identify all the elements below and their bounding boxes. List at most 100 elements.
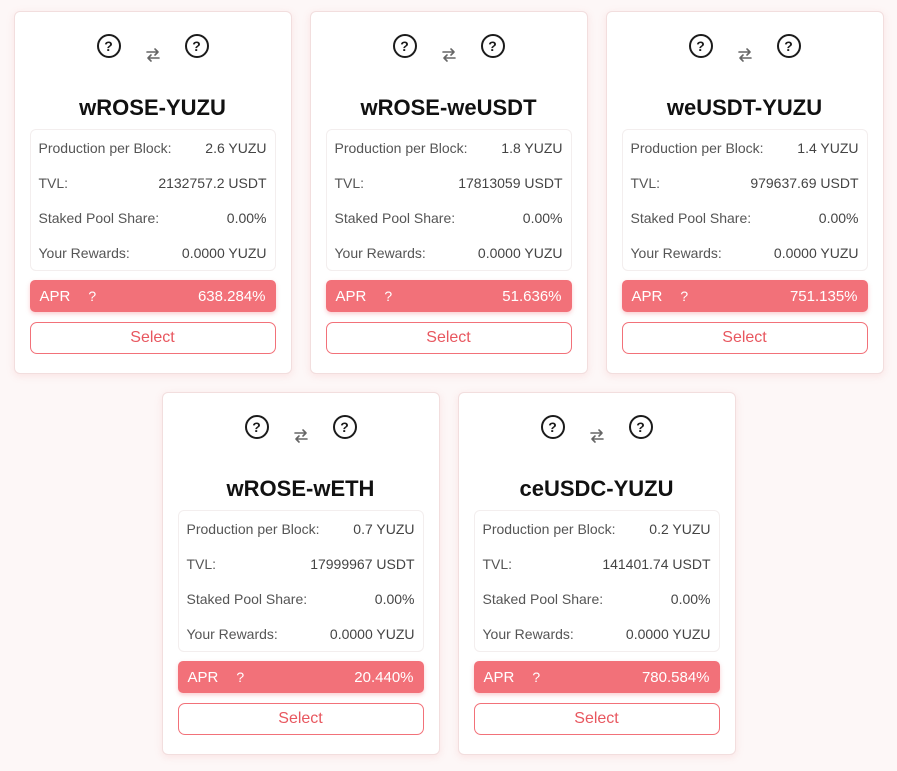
- apr-value: 751.135%: [789, 287, 858, 305]
- stat-production: Production per Block: 2.6 YUZU: [39, 130, 267, 165]
- stat-value: 1.8 YUZU: [501, 139, 563, 156]
- apr-bar: APR? 20.440%: [177, 661, 424, 693]
- stat-production: Production per Block: 1.8 YUZU: [335, 130, 563, 165]
- pool-card: ? ? wROSE-weUSDT Production per Block: 1.…: [309, 11, 588, 374]
- apr-value: 638.284%: [197, 287, 266, 305]
- stat-rewards: Your Rewards: 0.0000 YUZU: [631, 235, 859, 270]
- token-pair-icons: ? ?: [178, 393, 424, 449]
- pool-stats: Production per Block: 1.4 YUZU TVL: 979637…: [621, 129, 868, 271]
- select-button[interactable]: Select: [325, 322, 572, 354]
- pool-card: ? ? wROSE-wETH Production per Block: 0.7 …: [161, 392, 440, 755]
- select-button[interactable]: Select: [177, 703, 424, 735]
- token-a-unknown-icon: ?: [244, 415, 269, 439]
- pool-title: weUSDT-YUZU: [666, 95, 823, 120]
- stat-value: 0.00%: [818, 209, 859, 226]
- swap-arrows-icon: [587, 426, 607, 446]
- pool-card: ? ? weUSDT-YUZU Production per Block: 1.4…: [605, 11, 884, 374]
- token-b-unknown-icon: ?: [776, 34, 801, 58]
- apr-help-icon[interactable]: ?: [88, 288, 96, 304]
- stat-label: Staked Pool Share:: [186, 590, 308, 607]
- stat-label: TVL:: [38, 174, 69, 191]
- stat-value: 17999967 USDT: [310, 555, 415, 572]
- apr-help-icon[interactable]: ?: [680, 288, 688, 304]
- apr-help-icon[interactable]: ?: [236, 669, 244, 685]
- pool-stats: Production per Block: 0.2 YUZU TVL: 141401…: [473, 510, 720, 652]
- stat-label: Your Rewards:: [482, 625, 574, 642]
- token-b-unknown-icon: ?: [480, 34, 505, 58]
- stat-share: Staked Pool Share: 0.00%: [335, 200, 563, 235]
- stat-label: Production per Block:: [630, 139, 764, 156]
- pool-title: wROSE-YUZU: [79, 95, 226, 120]
- pool-title: ceUSDC-YUZU: [519, 476, 674, 501]
- stat-value: 0.2 YUZU: [649, 520, 711, 537]
- stat-value: 0.0000 YUZU: [625, 625, 711, 642]
- stat-value: 17813059 USDT: [458, 174, 563, 191]
- stat-tvl: TVL: 2132757.2 USDT: [39, 165, 267, 200]
- stat-tvl: TVL: 17999967 USDT: [187, 546, 415, 581]
- select-button[interactable]: Select: [473, 703, 720, 735]
- token-pair-icons: ? ?: [30, 12, 276, 68]
- stat-tvl: TVL: 141401.74 USDT: [483, 546, 711, 581]
- stat-tvl: TVL: 979637.69 USDT: [631, 165, 859, 200]
- stat-label: TVL:: [334, 174, 365, 191]
- stat-label: Your Rewards:: [630, 244, 722, 261]
- stat-value: 0.7 YUZU: [353, 520, 415, 537]
- stat-label: TVL:: [482, 555, 513, 572]
- stat-label: Production per Block:: [482, 520, 616, 537]
- token-a-unknown-icon: ?: [96, 34, 121, 58]
- stat-value: 0.00%: [226, 209, 267, 226]
- apr-help-icon[interactable]: ?: [532, 669, 540, 685]
- pool-row-2: ? ? wROSE-wETH Production per Block: 0.7 …: [0, 392, 897, 755]
- stat-label: Production per Block:: [38, 139, 172, 156]
- swap-arrows-icon: [439, 45, 459, 65]
- pool-card: ? ? wROSE-YUZU Production per Block: 2.6 …: [13, 11, 292, 374]
- stat-label: Staked Pool Share:: [482, 590, 604, 607]
- stat-value: 1.4 YUZU: [797, 139, 859, 156]
- stat-label: TVL:: [186, 555, 217, 572]
- stat-value: 979637.69 USDT: [750, 174, 859, 191]
- stat-production: Production per Block: 0.2 YUZU: [483, 511, 711, 546]
- pool-stats: Production per Block: 0.7 YUZU TVL: 179999…: [177, 510, 424, 652]
- select-button[interactable]: Select: [29, 322, 276, 354]
- stat-rewards: Your Rewards: 0.0000 YUZU: [483, 616, 711, 651]
- pool-row-1: ? ? wROSE-YUZU Production per Block: 2.6 …: [0, 11, 897, 374]
- pool-card: ? ? ceUSDC-YUZU Production per Block: 0.2…: [457, 392, 736, 755]
- apr-value: 780.584%: [641, 668, 710, 686]
- stat-value: 0.00%: [522, 209, 563, 226]
- stat-value: 0.0000 YUZU: [773, 244, 859, 261]
- apr-help-icon[interactable]: ?: [384, 288, 392, 304]
- pool-title: wROSE-weUSDT: [360, 95, 537, 120]
- apr-label: APR: [483, 668, 515, 686]
- pool-stats: Production per Block: 2.6 YUZU TVL: 213275…: [29, 129, 276, 271]
- stat-label: Your Rewards:: [334, 244, 426, 261]
- stat-production: Production per Block: 0.7 YUZU: [187, 511, 415, 546]
- token-pair-icons: ? ?: [622, 12, 868, 68]
- stat-share: Staked Pool Share: 0.00%: [39, 200, 267, 235]
- swap-arrows-icon: [291, 426, 311, 446]
- stat-production: Production per Block: 1.4 YUZU: [631, 130, 859, 165]
- stat-value: 0.0000 YUZU: [477, 244, 563, 261]
- apr-label: APR: [335, 287, 367, 305]
- apr-label: APR: [39, 287, 71, 305]
- stat-value: 2132757.2 USDT: [158, 174, 267, 191]
- stat-share: Staked Pool Share: 0.00%: [631, 200, 859, 235]
- apr-bar: APR? 751.135%: [621, 280, 868, 312]
- swap-arrows-icon: [143, 45, 163, 65]
- stat-label: TVL:: [630, 174, 661, 191]
- stat-share: Staked Pool Share: 0.00%: [483, 581, 711, 616]
- apr-value: 51.636%: [502, 287, 562, 305]
- stat-tvl: TVL: 17813059 USDT: [335, 165, 563, 200]
- pool-title: wROSE-wETH: [226, 476, 375, 501]
- stat-rewards: Your Rewards: 0.0000 YUZU: [335, 235, 563, 270]
- token-b-unknown-icon: ?: [332, 415, 357, 439]
- apr-bar: APR? 780.584%: [473, 661, 720, 693]
- stat-label: Staked Pool Share:: [630, 209, 752, 226]
- token-pair-icons: ? ?: [474, 393, 720, 449]
- stat-rewards: Your Rewards: 0.0000 YUZU: [39, 235, 267, 270]
- stat-label: Staked Pool Share:: [38, 209, 160, 226]
- apr-bar: APR? 51.636%: [325, 280, 572, 312]
- stat-label: Production per Block:: [186, 520, 320, 537]
- stat-label: Production per Block:: [334, 139, 468, 156]
- select-button[interactable]: Select: [621, 322, 868, 354]
- stat-value: 0.00%: [670, 590, 711, 607]
